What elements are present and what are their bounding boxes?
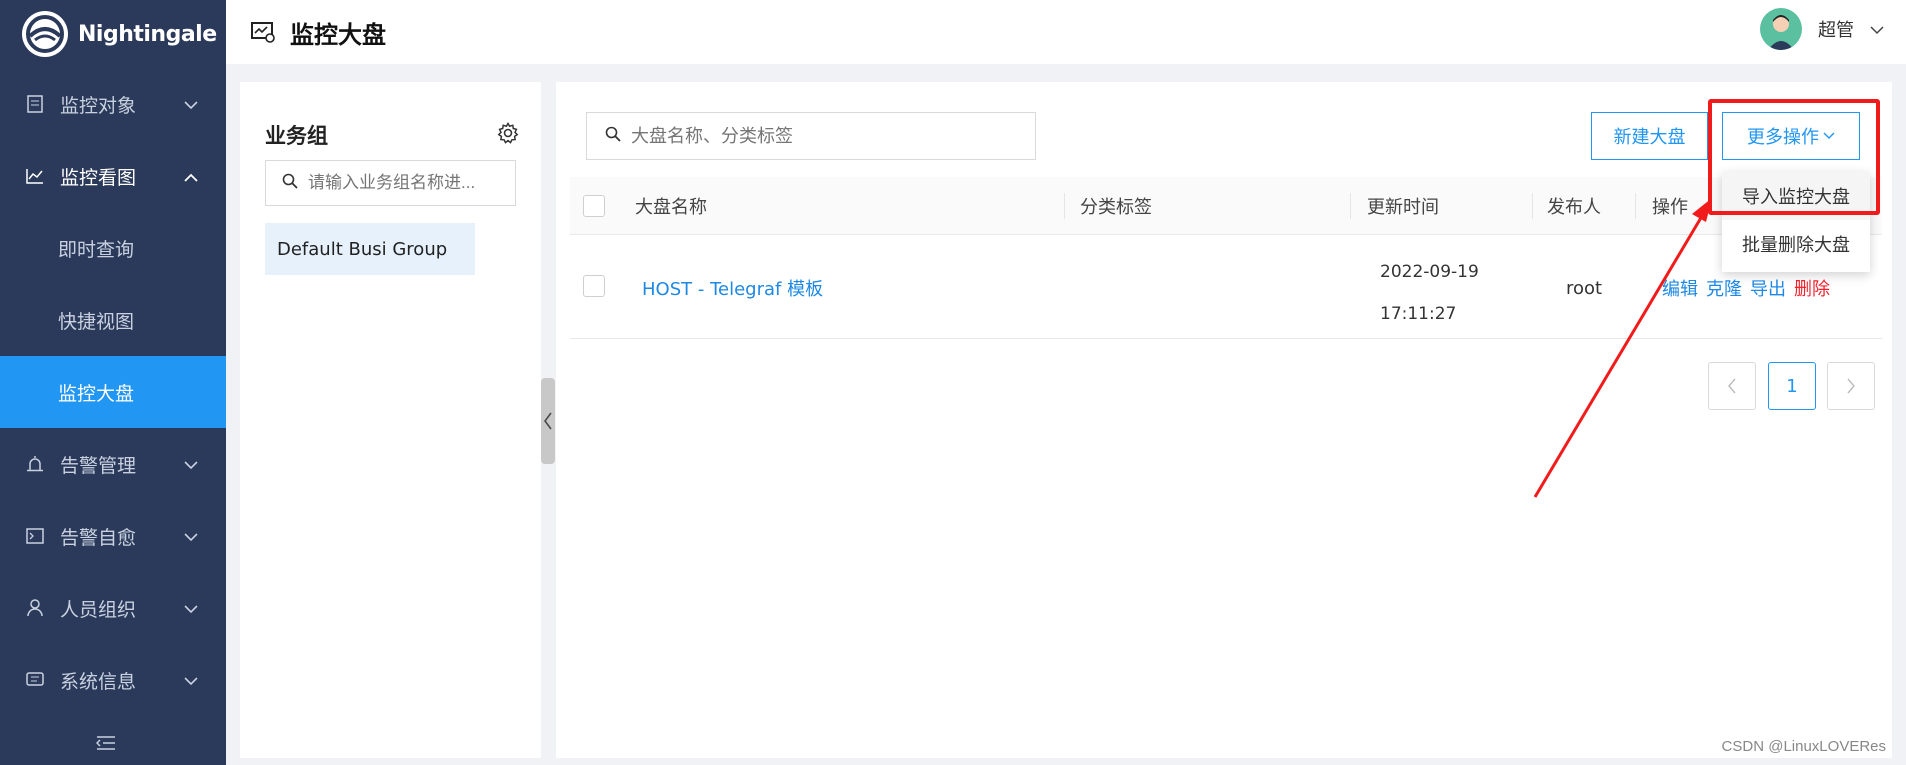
- batch-delete-menu-item[interactable]: 批量删除大盘: [1722, 220, 1870, 268]
- sidebar-item-label: 监控对象: [60, 94, 137, 117]
- sidebar-item-label: 快捷视图: [58, 310, 135, 333]
- sidebar-item-label: 即时查询: [58, 238, 135, 261]
- dashboard-list-panel: 新建大盘 更多操作 大盘名称 分类标签 更新时间 发布人 操作 HOST - T…: [556, 82, 1892, 758]
- nightingale-logo-icon: [22, 11, 68, 57]
- sidebar-item-label: 告警自愈: [60, 526, 137, 549]
- more-actions-button[interactable]: 更多操作: [1722, 112, 1860, 160]
- table-row: HOST - Telegraf 模板 2022-09-19 17:11:27 r…: [570, 237, 1882, 339]
- column-header-actions: 操作: [1652, 197, 1688, 218]
- table-header: 大盘名称 分类标签 更新时间 发布人 操作: [570, 177, 1882, 235]
- row-checkbox[interactable]: [583, 275, 605, 297]
- avatar: [1760, 8, 1802, 50]
- sidebar-item-alert-management[interactable]: 告警管理: [0, 428, 226, 500]
- sidebar-item-alert-self-healing[interactable]: 告警自愈: [0, 500, 226, 572]
- app-logo[interactable]: Nightingale: [0, 0, 226, 68]
- column-header-name[interactable]: 大盘名称: [635, 177, 707, 235]
- sidebar-item-quick-view[interactable]: 快捷视图: [0, 284, 226, 356]
- column-divider: [1064, 193, 1065, 219]
- chevron-down-icon: [184, 453, 198, 475]
- sidebar-item-monitor-charts[interactable]: 监控看图: [0, 140, 226, 212]
- edit-link[interactable]: 编辑: [1662, 275, 1698, 301]
- business-group-search-input[interactable]: [308, 173, 508, 193]
- sidebar-item-label: 告警管理: [60, 454, 137, 477]
- column-divider: [1532, 193, 1533, 219]
- menu-fold-icon[interactable]: [95, 735, 116, 755]
- chevron-right-icon: [1847, 378, 1855, 394]
- column-header-tags[interactable]: 分类标签: [1080, 177, 1152, 235]
- message-icon: [26, 671, 44, 689]
- list-item-business-group[interactable]: Default Busi Group: [265, 223, 475, 275]
- sidebar-item-instant-query[interactable]: 即时查询: [0, 212, 226, 284]
- sidebar-item-label: 系统信息: [60, 670, 137, 693]
- chevron-up-icon: [184, 165, 198, 187]
- sidebar-item-label: 人员组织: [60, 598, 137, 621]
- chevron-down-icon: [1870, 20, 1884, 39]
- dashboard-name-link[interactable]: HOST - Telegraf 模板: [642, 237, 823, 339]
- search-icon: [282, 173, 298, 193]
- prev-page-button[interactable]: [1708, 362, 1756, 410]
- import-dashboard-menu-item[interactable]: 导入监控大盘: [1722, 172, 1870, 220]
- clone-link[interactable]: 克隆: [1706, 275, 1742, 301]
- business-group-search[interactable]: [265, 160, 516, 206]
- update-date: 2022-09-19: [1380, 262, 1479, 282]
- publisher: root: [1566, 277, 1603, 299]
- user-icon: [26, 599, 44, 617]
- dashboard-search-input[interactable]: [631, 125, 1011, 147]
- user-menu[interactable]: 超管: [1760, 8, 1884, 50]
- delete-link[interactable]: 删除: [1794, 275, 1830, 301]
- more-actions-label: 更多操作: [1747, 127, 1819, 147]
- sidebar-item-monitor-objects[interactable]: 监控对象: [0, 68, 226, 140]
- alarm-icon: [26, 455, 44, 473]
- column-header-update-time[interactable]: 更新时间: [1367, 177, 1439, 235]
- dashboard-search[interactable]: [586, 112, 1036, 160]
- page-title: 监控大盘: [290, 20, 386, 49]
- select-all-checkbox[interactable]: [583, 195, 605, 217]
- chevron-down-icon: [184, 525, 198, 547]
- chevron-left-icon: [544, 412, 552, 430]
- user-name: 超管: [1818, 20, 1854, 41]
- chevron-left-icon: [1728, 378, 1736, 394]
- sidebar-item-system-info[interactable]: 系统信息: [0, 644, 226, 716]
- panel-collapse-handle[interactable]: [541, 378, 555, 464]
- chevron-down-icon: [184, 597, 198, 619]
- terminal-icon: [26, 527, 44, 545]
- chevron-down-icon: [1823, 132, 1835, 139]
- gear-icon[interactable]: [497, 122, 519, 148]
- new-dashboard-button[interactable]: 新建大盘: [1591, 112, 1708, 160]
- sidebar: Nightingale 监控对象 监控看图 即时查询 快捷视图 监控大盘 告警管…: [0, 0, 226, 765]
- column-divider: [1350, 193, 1351, 219]
- search-icon: [605, 126, 621, 146]
- sidebar-item-label: 监控大盘: [58, 382, 135, 405]
- update-time: 2022-09-19 17:11:27: [1380, 251, 1479, 335]
- line-chart-icon: [26, 167, 44, 185]
- business-group-title: 业务组: [265, 124, 328, 148]
- page-number[interactable]: 1: [1768, 362, 1816, 410]
- sidebar-item-dashboards[interactable]: 监控大盘: [0, 356, 226, 428]
- update-clock: 17:11:27: [1380, 304, 1457, 324]
- sidebar-item-label: 监控看图: [60, 166, 137, 189]
- column-header-publisher[interactable]: 发布人: [1547, 177, 1601, 235]
- watermark: CSDN @LinuxLOVERes: [1721, 738, 1886, 755]
- more-actions-dropdown: 导入监控大盘 批量删除大盘: [1722, 172, 1870, 272]
- chevron-down-icon: [184, 93, 198, 115]
- chevron-down-icon: [184, 669, 198, 691]
- server-icon: [26, 95, 44, 113]
- column-divider: [1635, 193, 1636, 219]
- dashboard-icon: [250, 19, 276, 45]
- app-name: Nightingale: [78, 21, 217, 47]
- next-page-button[interactable]: [1827, 362, 1875, 410]
- sidebar-item-people-org[interactable]: 人员组织: [0, 572, 226, 644]
- business-group-panel: 业务组 Default Busi Group: [240, 82, 541, 758]
- export-link[interactable]: 导出: [1750, 275, 1786, 301]
- top-header: 监控大盘 超管: [226, 0, 1906, 64]
